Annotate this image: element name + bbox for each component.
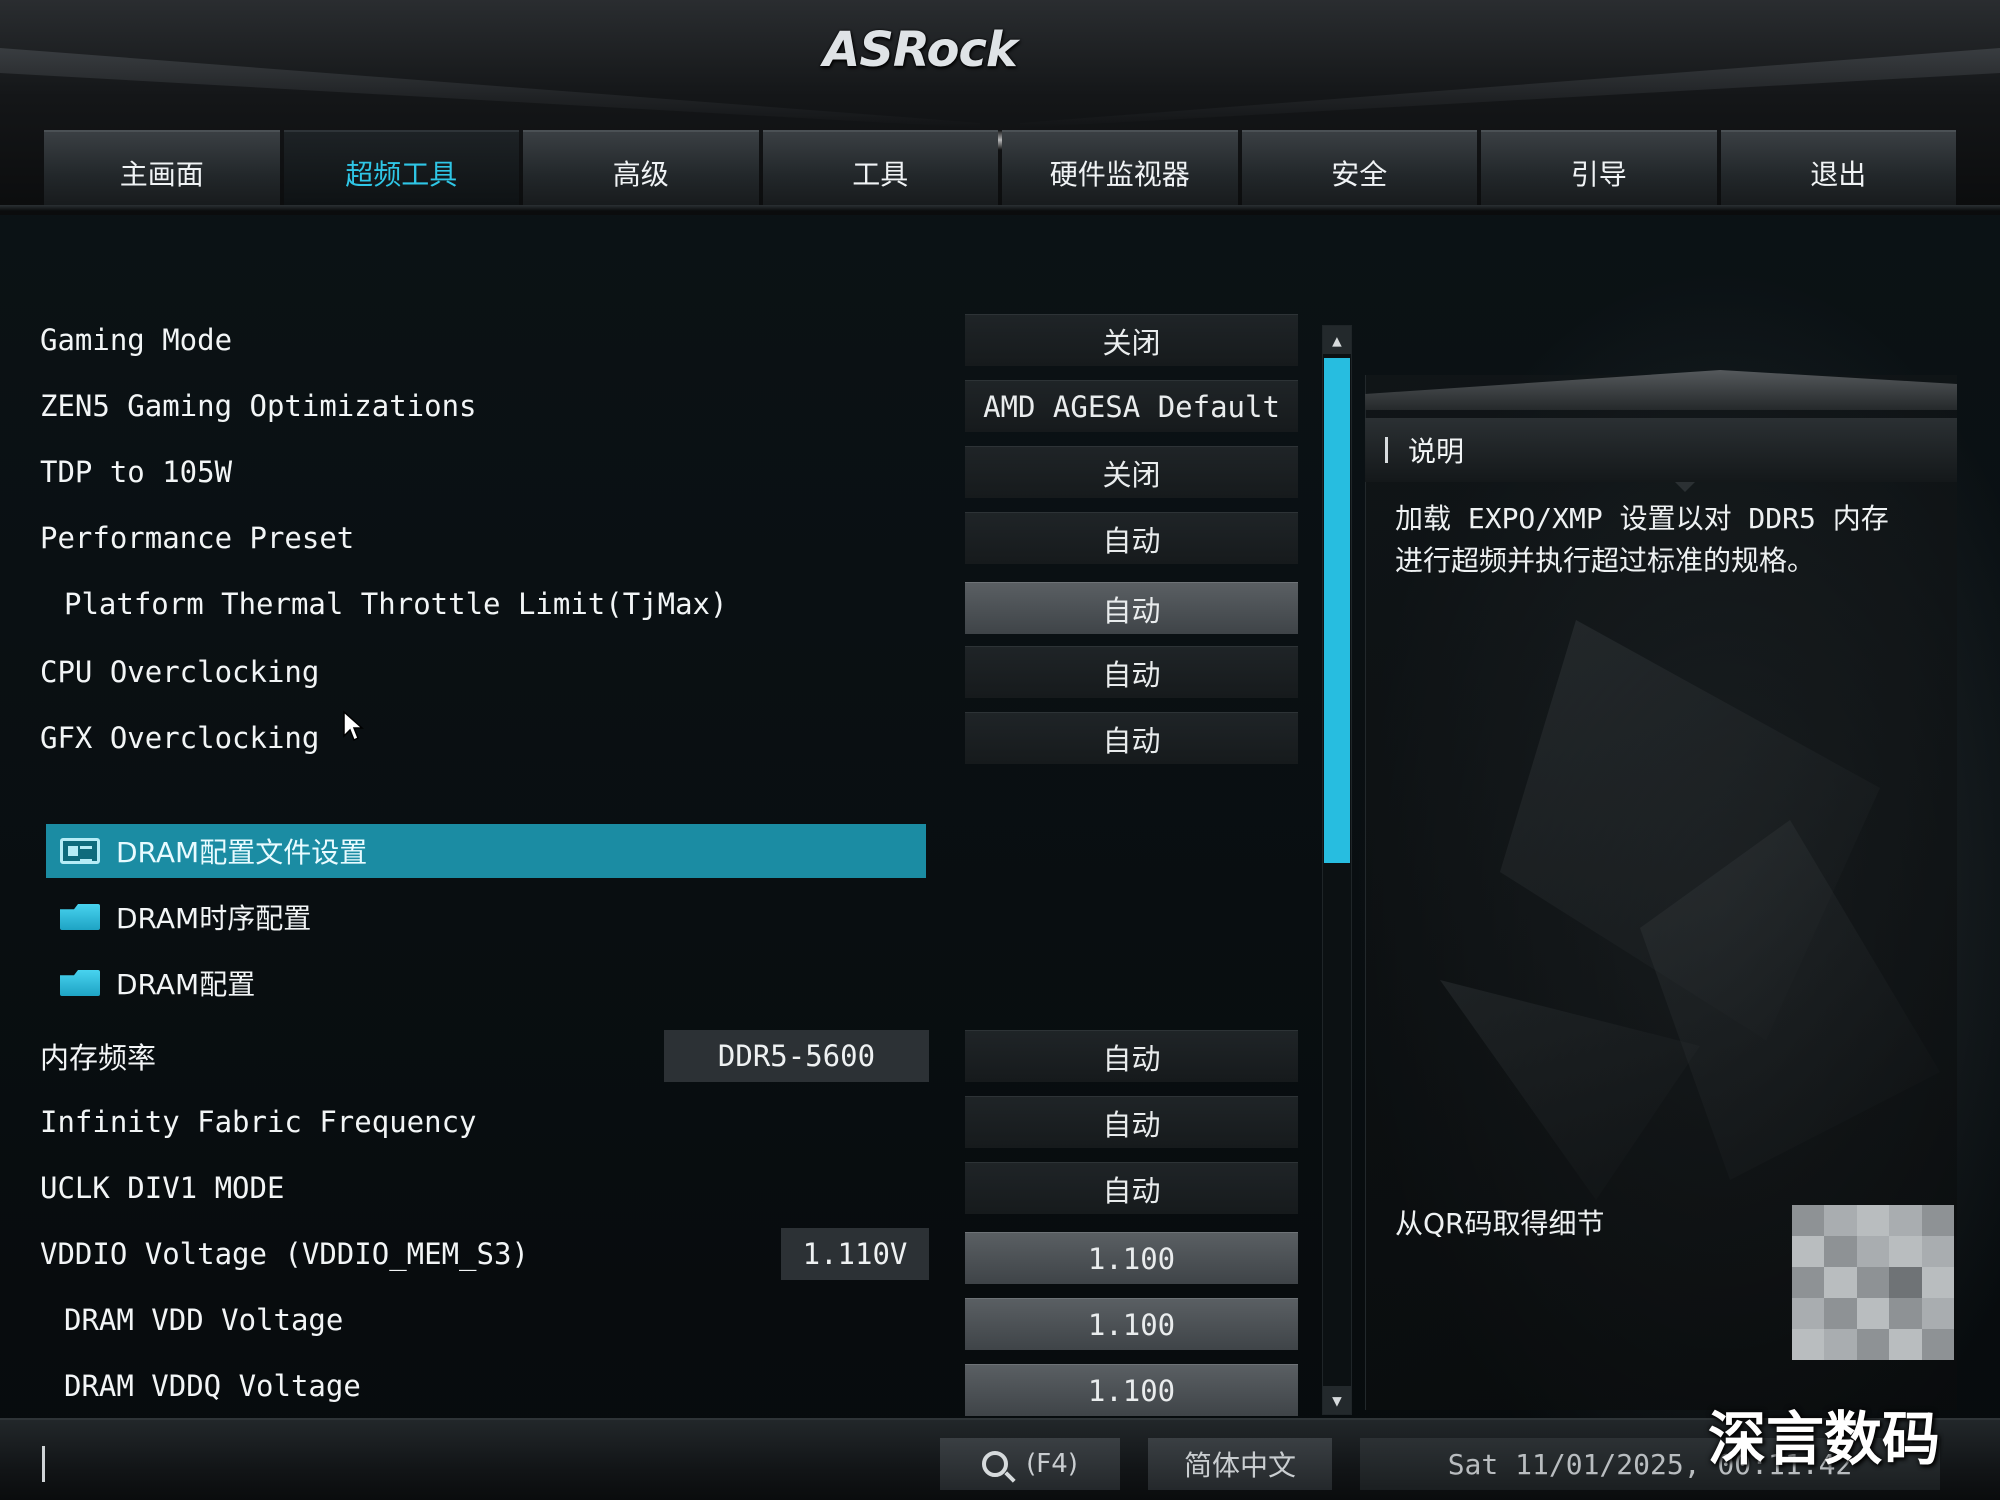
search-shortcut: (F4) (1026, 1449, 1078, 1479)
scroll-down-button[interactable]: ▼ (1323, 1386, 1351, 1414)
tjmax-select[interactable]: 自动 (965, 582, 1298, 634)
vddio-current: 1.110V (781, 1228, 929, 1280)
qr-label: 从QR码取得细节 (1395, 1207, 1605, 1240)
menu-dram-profile-label: DRAM配置文件设置 (116, 836, 368, 869)
tab-hw-monitor[interactable]: 硬件监视器 (1002, 130, 1238, 205)
folder-icon (60, 970, 100, 996)
cpu-overclocking-select[interactable]: 自动 (965, 646, 1298, 698)
tab-security[interactable]: 安全 (1241, 130, 1477, 205)
asrock-logo: ASRock (823, 22, 1018, 78)
setting-label-dram-vddq: DRAM VDDQ Voltage (64, 1369, 361, 1403)
memory-frequency-select[interactable]: 自动 (965, 1030, 1298, 1082)
menu-dram-timing-label: DRAM时序配置 (116, 902, 312, 935)
scrollbar[interactable]: ▲ ▼ (1322, 325, 1352, 1415)
memory-frequency-current: DDR5-5600 (664, 1030, 929, 1082)
gaming-mode-select[interactable]: 关闭 (965, 314, 1298, 366)
setting-label-gaming-mode: Gaming Mode (40, 323, 233, 357)
performance-preset-select[interactable]: 自动 (965, 512, 1298, 564)
setting-label-infinity-fabric: Infinity Fabric Frequency (40, 1105, 477, 1139)
scroll-up-button[interactable]: ▲ (1323, 326, 1351, 354)
infinity-fabric-select[interactable]: 自动 (965, 1096, 1298, 1148)
tab-exit[interactable]: 退出 (1720, 130, 1956, 205)
setting-label-dram-vdd: DRAM VDD Voltage (64, 1303, 344, 1337)
mouse-cursor-icon (343, 710, 364, 742)
tab-advanced[interactable]: 高级 (523, 130, 759, 205)
profile-icon (60, 838, 100, 864)
tab-bar: 主画面 超频工具 高级 工具 硬件监视器 安全 引导 退出 (44, 130, 1956, 205)
language-button[interactable]: 简体中文 (1148, 1438, 1332, 1490)
setting-label-memory-frequency: 内存频率 (40, 1041, 157, 1075)
setting-label-cpu-overclocking: CPU Overclocking (40, 655, 320, 689)
description-header: 说明 (1365, 418, 1957, 482)
menu-dram-timing[interactable]: DRAM时序配置 (46, 890, 926, 944)
tab-main[interactable]: 主画面 (44, 130, 280, 205)
scroll-thumb[interactable] (1324, 358, 1350, 863)
description-title: 说明 (1408, 435, 1465, 468)
qr-code (1792, 1205, 1954, 1360)
setting-label-performance-preset: Performance Preset (40, 521, 355, 555)
bios-header: ASRock 主画面 超频工具 高级 工具 硬件监视器 安全 引导 退出 (0, 0, 2000, 215)
setting-label-tjmax: Platform Thermal Throttle Limit(TjMax) (64, 587, 728, 621)
description-header-bar (1385, 437, 1388, 463)
dram-vddq-input[interactable]: 1.100 (965, 1364, 1298, 1416)
setting-label-zen5: ZEN5 Gaming Optimizations (40, 389, 477, 423)
tab-boot[interactable]: 引导 (1481, 130, 1717, 205)
search-button[interactable]: (F4) (940, 1438, 1120, 1490)
watermark: 深言数码 (1708, 1405, 1941, 1473)
vddio-input[interactable]: 1.100 (965, 1232, 1298, 1284)
bios-screen: ASRock 主画面 超频工具 高级 工具 硬件监视器 安全 引导 退出 Gam… (0, 0, 2000, 1500)
tdp-select[interactable]: 关闭 (965, 446, 1298, 498)
search-icon (982, 1451, 1009, 1477)
dram-vdd-input[interactable]: 1.100 (965, 1298, 1298, 1350)
setting-label-vddio: VDDIO Voltage (VDDIO_MEM_S3) (40, 1237, 529, 1271)
setting-label-uclk: UCLK DIV1 MODE (40, 1171, 285, 1205)
menu-dram-profile[interactable]: DRAM配置文件设置 (46, 824, 926, 878)
tab-tool[interactable]: 工具 (762, 130, 998, 205)
setting-label-tdp: TDP to 105W (40, 455, 233, 489)
description-caret (1675, 482, 1695, 492)
tab-underline (0, 205, 2000, 211)
setting-label-gfx-overclocking: GFX Overclocking (40, 721, 320, 755)
zen5-select[interactable]: AMD AGESA Default (965, 380, 1298, 432)
folder-icon (60, 904, 100, 930)
gfx-overclocking-select[interactable]: 自动 (965, 712, 1298, 764)
menu-dram-config-label: DRAM配置 (116, 968, 256, 1001)
menu-dram-config[interactable]: DRAM配置 (46, 956, 926, 1010)
description-text: 加载 EXPO/XMP 设置以对 DDR5 内存进行超频并执行超过标准的规格。 (1395, 502, 1889, 577)
header-wing-right (1020, 48, 2000, 128)
footer-marker (42, 1446, 45, 1482)
tab-oc-tweaker[interactable]: 超频工具 (283, 130, 519, 205)
uclk-select[interactable]: 自动 (965, 1162, 1298, 1214)
